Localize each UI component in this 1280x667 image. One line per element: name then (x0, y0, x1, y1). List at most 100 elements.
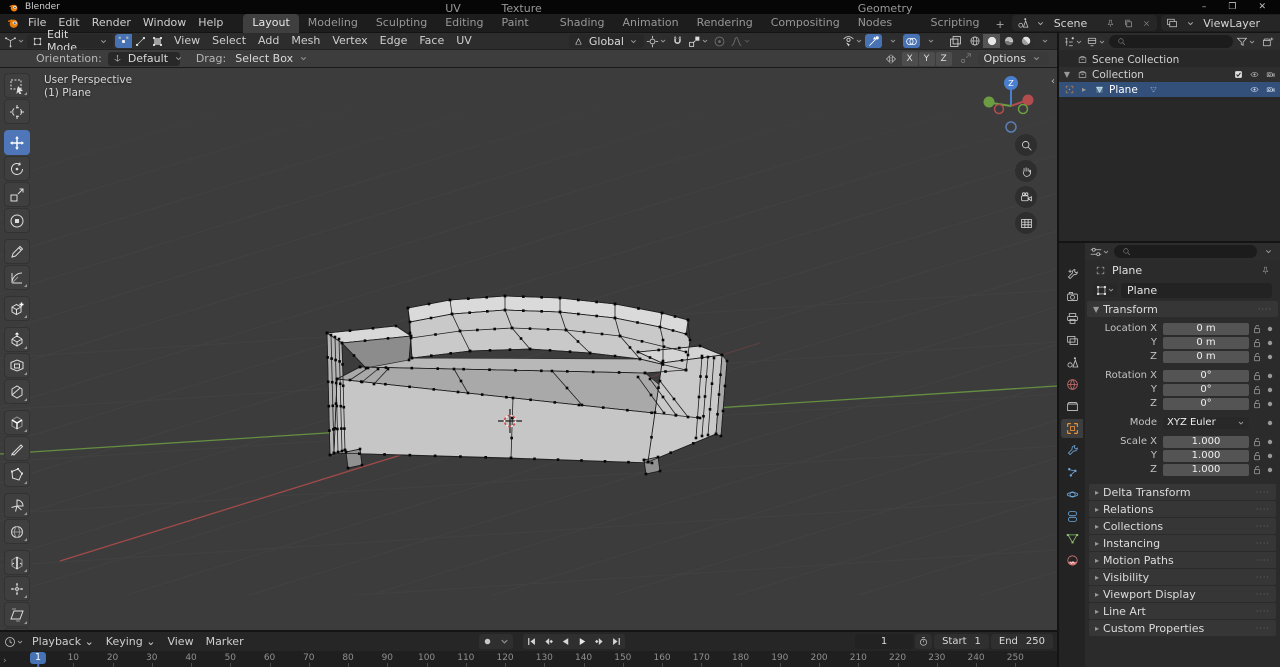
mirror-x-toggle[interactable]: X (901, 51, 918, 66)
section-visibility[interactable]: ▸ Visibility ···· (1089, 569, 1276, 585)
lock-icon[interactable] (1249, 437, 1265, 447)
filter-icon[interactable] (1236, 35, 1256, 49)
tool-annotate[interactable] (4, 239, 30, 264)
gizmos-dropdown[interactable] (884, 34, 901, 48)
properties-search[interactable] (1114, 245, 1257, 258)
outliner-row-plane[interactable]: ▸ Plane (1059, 82, 1280, 97)
lock-icon[interactable] (1249, 451, 1265, 461)
properties-search-input[interactable] (1136, 246, 1252, 257)
menu-window[interactable]: Window (137, 15, 192, 31)
properties-tab-tool[interactable] (1061, 265, 1083, 284)
viewport-canvas[interactable] (0, 68, 1057, 595)
outliner-row-collection[interactable]: ▼ Collection (1059, 67, 1280, 82)
play-button[interactable] (574, 634, 591, 649)
lock-icon[interactable] (1249, 338, 1265, 348)
expand-arrow-icon[interactable]: ▼ (1062, 70, 1072, 79)
properties-tab-physics[interactable] (1061, 485, 1083, 504)
orthographic-toggle-icon[interactable] (1015, 212, 1037, 234)
tool-scale[interactable] (4, 182, 30, 207)
workspace-tab-animation[interactable]: Animation (613, 14, 687, 33)
close-button[interactable]: ✕ (1258, 2, 1266, 12)
zoom-view-icon[interactable] (1015, 134, 1037, 156)
workspace-tab-modeling[interactable]: Modeling (299, 14, 367, 33)
tool-extrude-region[interactable] (4, 327, 30, 352)
checkbox-icon[interactable] (1231, 68, 1245, 82)
value-field[interactable]: 0° (1163, 397, 1249, 410)
animate-decorator[interactable] (1265, 387, 1275, 393)
record-button[interactable] (479, 634, 496, 649)
properties-tab-collection[interactable] (1061, 397, 1083, 416)
value-field[interactable]: 1.000 (1163, 463, 1249, 476)
editor-type-outliner-icon[interactable] (1063, 35, 1083, 49)
start-frame-field[interactable]: Start 1 (934, 634, 989, 649)
viewport-menu-select[interactable]: Select (206, 33, 252, 49)
section-custom-properties[interactable]: ▸ Custom Properties ···· (1089, 620, 1276, 636)
tool-select-box[interactable] (4, 73, 30, 98)
animate-decorator[interactable] (1265, 439, 1275, 445)
vertex-select-button[interactable] (115, 34, 132, 48)
animate-decorator[interactable] (1265, 420, 1275, 426)
animate-decorator[interactable] (1265, 326, 1275, 332)
face-select-button[interactable] (149, 34, 166, 48)
maximize-button[interactable]: ❐ (1228, 2, 1236, 12)
lock-icon[interactable] (1249, 371, 1265, 381)
outliner-search-input[interactable] (1131, 36, 1228, 47)
tool-cursor[interactable] (4, 99, 30, 124)
viewport-menu-face[interactable]: Face (413, 33, 450, 49)
section-line-art[interactable]: ▸ Line Art ···· (1089, 603, 1276, 619)
show-object-types-dropdown[interactable] (842, 34, 863, 48)
next-keyframe-button[interactable] (591, 634, 608, 649)
add-workspace-button[interactable]: + (988, 16, 1011, 33)
value-field[interactable]: 0° (1163, 369, 1249, 382)
playhead[interactable]: 1 (29, 652, 47, 664)
section-motion-paths[interactable]: ▸ Motion Paths ···· (1089, 552, 1276, 568)
properties-tab-output[interactable] (1061, 309, 1083, 328)
tool-knife[interactable] (4, 436, 30, 461)
properties-tab-material[interactable] (1061, 551, 1083, 570)
editor-type-3d-viewport-icon[interactable] (4, 34, 25, 48)
n-panel-collapse-chevron[interactable]: ‹ (1051, 76, 1055, 87)
snap-toggle-button[interactable] (669, 34, 686, 48)
blender-menu-icon[interactable] (6, 16, 20, 30)
timeline-ruler[interactable]: › 10 20 30 40 50 60 70 80 90 100 110 120 130 140 150 16… (0, 651, 1057, 667)
outliner-search[interactable] (1109, 35, 1233, 48)
overlays-dropdown[interactable] (922, 34, 939, 48)
expand-arrow-icon[interactable]: ▸ (1079, 85, 1089, 94)
tool-edge-slide[interactable] (4, 550, 30, 575)
menu-help[interactable]: Help (192, 15, 229, 31)
viewport-menu-mesh[interactable]: Mesh (285, 33, 326, 49)
copy-icon[interactable] (1276, 16, 1280, 30)
copy-icon[interactable] (1121, 16, 1135, 30)
tool-measure[interactable] (4, 265, 30, 290)
lock-icon[interactable] (1249, 465, 1265, 475)
editor-type-properties-icon[interactable] (1090, 245, 1110, 259)
lock-icon[interactable] (1249, 352, 1265, 362)
breadcrumb-object-name[interactable]: Plane (1112, 264, 1142, 277)
new-collection-button[interactable] (1259, 35, 1276, 49)
pin-icon[interactable] (1103, 16, 1117, 30)
tool-shear[interactable] (4, 602, 30, 627)
properties-tab-particles[interactable] (1061, 463, 1083, 482)
pan-view-icon[interactable] (1015, 160, 1037, 182)
jump-to-end-button[interactable] (608, 634, 625, 649)
camera-view-icon[interactable] (1015, 186, 1037, 208)
editor-type-timeline-icon[interactable] (4, 635, 24, 649)
object-type-dropdown[interactable] (1093, 283, 1117, 297)
properties-tab-view-layer[interactable] (1061, 331, 1083, 350)
section-viewport-display[interactable]: ▸ Viewport Display ···· (1089, 586, 1276, 602)
object-name-field[interactable]: Plane (1121, 282, 1272, 298)
xray-toggle[interactable] (947, 34, 964, 48)
gizmo-x-neg-axis[interactable] (993, 103, 1005, 115)
value-field[interactable]: 0° (1163, 383, 1249, 396)
transform-panel-header[interactable]: ▼ Transform ···· (1087, 301, 1278, 317)
section-collections[interactable]: ▸ Collections ···· (1089, 518, 1276, 534)
value-field[interactable]: 0 m (1163, 350, 1249, 363)
shading-dropdown[interactable] (1036, 34, 1053, 48)
workspace-tab-scripting[interactable]: Scripting (922, 14, 989, 33)
animate-decorator[interactable] (1265, 373, 1275, 379)
end-frame-field[interactable]: End 250 (990, 634, 1053, 649)
viewport-menu-edge[interactable]: Edge (374, 33, 414, 49)
chevron-down-icon[interactable] (1261, 245, 1275, 259)
viewport-menu-view[interactable]: View (168, 33, 206, 49)
mirror-z-toggle[interactable]: Z (935, 51, 952, 66)
